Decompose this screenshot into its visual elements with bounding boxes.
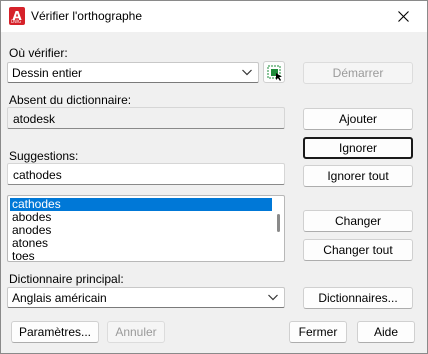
app-icon-sub: DWG [11, 19, 22, 24]
help-button[interactable]: Aide [357, 321, 415, 343]
ignore-button[interactable]: Ignorer [303, 137, 413, 159]
list-scrollbar[interactable] [274, 198, 282, 259]
spell-check-dialog: A DWG Vérifier l'orthographe Où vérifier… [0, 0, 428, 354]
where-to-check-dropdown[interactable]: Dessin entier [7, 62, 259, 83]
not-in-dictionary-field: atodesk [7, 107, 285, 129]
list-item[interactable]: atones [10, 237, 272, 250]
select-objects-button[interactable] [263, 61, 285, 83]
where-to-check-label: Où vérifier: [9, 46, 68, 60]
main-dictionary-label: Dictionnaire principal: [9, 272, 124, 286]
suggestions-label: Suggestions: [9, 149, 79, 163]
suggestions-list[interactable]: cathodes abodes anodes atones toes [7, 195, 285, 262]
window-title: Vérifier l'orthographe [31, 9, 143, 23]
close-icon [398, 11, 409, 22]
select-objects-icon [267, 65, 282, 81]
list-item[interactable]: anodes [10, 224, 272, 237]
start-button[interactable]: Démarrer [303, 62, 413, 84]
close-window-button[interactable] [381, 1, 427, 32]
undo-button[interactable]: Annuler [107, 321, 165, 343]
add-button[interactable]: Ajouter [303, 108, 413, 130]
list-item[interactable]: toes [10, 250, 272, 262]
change-all-button[interactable]: Changer tout [303, 239, 413, 261]
change-button[interactable]: Changer [303, 210, 413, 232]
not-in-dictionary-value: atodesk [13, 112, 56, 126]
suggestion-input[interactable]: cathodes [7, 163, 285, 185]
main-dictionary-value: Anglais américain [12, 291, 107, 305]
chevron-down-icon [242, 69, 252, 76]
close-button[interactable]: Fermer [289, 321, 347, 343]
autocad-app-icon: A DWG [9, 7, 25, 25]
where-to-check-value: Dessin entier [12, 66, 83, 80]
settings-button[interactable]: Paramètres... [11, 321, 99, 343]
suggestion-input-value: cathodes [13, 168, 62, 182]
not-in-dictionary-label: Absent du dictionnaire: [9, 93, 132, 107]
title-bar: A DWG Vérifier l'orthographe [1, 1, 427, 32]
scrollbar-thumb[interactable] [277, 214, 280, 232]
dictionaries-button[interactable]: Dictionnaires... [303, 287, 413, 309]
chevron-down-icon [268, 294, 278, 301]
ignore-all-button[interactable]: Ignorer tout [303, 165, 413, 187]
main-dictionary-dropdown[interactable]: Anglais américain [7, 287, 285, 308]
